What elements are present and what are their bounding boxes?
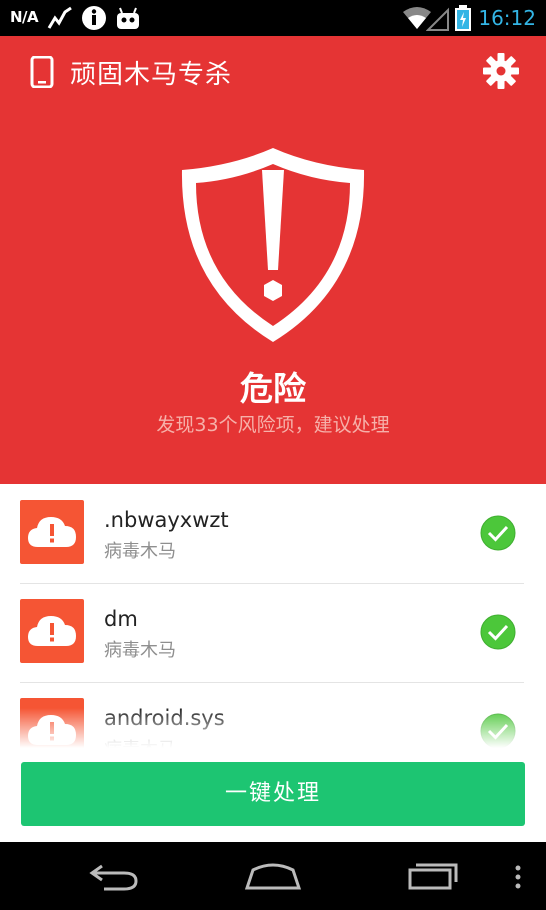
threat-cloud-icon: [20, 599, 84, 663]
overflow-menu-icon[interactable]: [512, 864, 524, 890]
risk-summary: 发现33个风险项，建议处理: [156, 414, 390, 436]
danger-shield-icon: [181, 148, 365, 342]
threat-list-panel: .nbwayxwzt 病毒木马 dm 病毒木马 android.sys 一键处理: [0, 484, 546, 842]
threat-item[interactable]: .nbwayxwzt 病毒木马: [20, 484, 524, 584]
clock: 16:12: [478, 6, 536, 30]
android-icon: [117, 7, 139, 29]
signal-icon: [426, 7, 449, 31]
threat-list[interactable]: .nbwayxwzt 病毒木马 dm 病毒木马 android.sys: [0, 484, 546, 748]
threat-type: 病毒木马: [104, 640, 176, 661]
activity-icon: [47, 6, 72, 29]
scan-result-header: 顽固木马专杀 危险 发现33个风险项，建议处理: [0, 36, 546, 484]
app-title: 顽固木马专杀: [70, 60, 233, 90]
threat-item[interactable]: android.sys 病毒木马: [20, 682, 524, 748]
threat-name: android.sys: [104, 706, 225, 730]
status-bar: N/A 16:12: [0, 0, 546, 36]
threat-type: 病毒木马: [104, 735, 176, 748]
recent-apps-icon[interactable]: [406, 860, 460, 892]
checkbox-checked-icon[interactable]: [480, 614, 516, 650]
info-icon: [82, 6, 106, 30]
threat-name: .nbwayxwzt: [104, 508, 229, 532]
home-icon[interactable]: [244, 860, 302, 892]
settings-gear-icon[interactable]: [482, 52, 520, 90]
battery-charging-icon: [455, 5, 471, 31]
carrier-label: N/A: [10, 8, 39, 26]
threat-cloud-icon: [20, 500, 84, 564]
threat-item[interactable]: dm 病毒木马: [20, 583, 524, 683]
threat-cloud-icon: [20, 698, 84, 748]
back-icon[interactable]: [88, 860, 140, 892]
risk-status-title: 危险: [240, 369, 306, 408]
one-click-fix-button[interactable]: 一键处理: [21, 762, 525, 826]
threat-type: 病毒木马: [104, 541, 176, 562]
navigation-bar: [0, 842, 546, 910]
checkbox-checked-icon[interactable]: [480, 515, 516, 551]
checkbox-checked-icon[interactable]: [480, 713, 516, 748]
phone-icon: [30, 56, 54, 88]
threat-name: dm: [104, 607, 138, 631]
